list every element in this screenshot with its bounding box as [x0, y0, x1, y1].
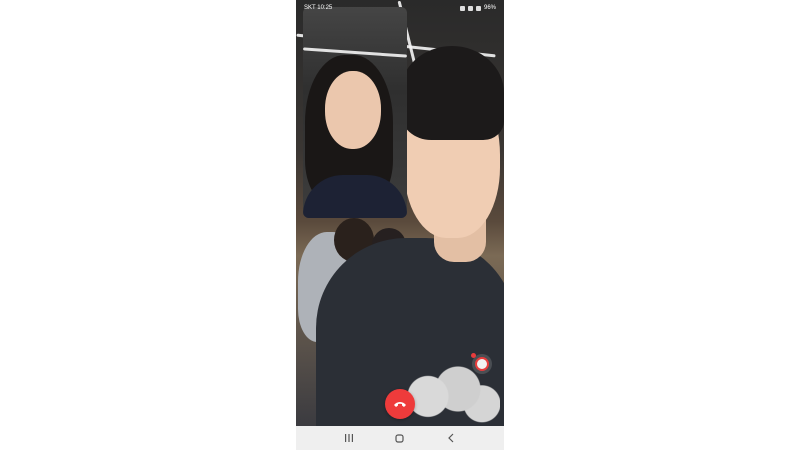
recent-apps-button[interactable]: [337, 428, 361, 448]
battery-level: 96%: [483, 5, 496, 11]
phone-hangup-icon: [394, 402, 406, 407]
signal-icon: [475, 5, 481, 11]
status-icons: 96%: [459, 5, 496, 11]
effects-button[interactable]: [471, 353, 492, 374]
back-button[interactable]: [439, 428, 463, 448]
alarm-icon: [459, 5, 465, 11]
home-button[interactable]: [388, 428, 412, 448]
self-camera-preview[interactable]: [303, 7, 407, 218]
remote-person-hair: [400, 46, 504, 140]
notification-dot: [471, 353, 476, 358]
navigation-bar: [296, 426, 504, 450]
end-call-button[interactable]: [385, 389, 415, 419]
status-time: SKT 10:25: [304, 5, 333, 11]
self-person-face: [325, 71, 381, 149]
back-icon: [447, 433, 454, 443]
status-bar: SKT 10:25 96%: [296, 0, 504, 16]
recent-apps-icon: [345, 434, 354, 442]
home-icon: [395, 433, 405, 443]
wifi-icon: [467, 5, 473, 11]
phone-screen: SKT 10:25 96%: [296, 0, 504, 450]
sticker-icon: [475, 357, 489, 371]
